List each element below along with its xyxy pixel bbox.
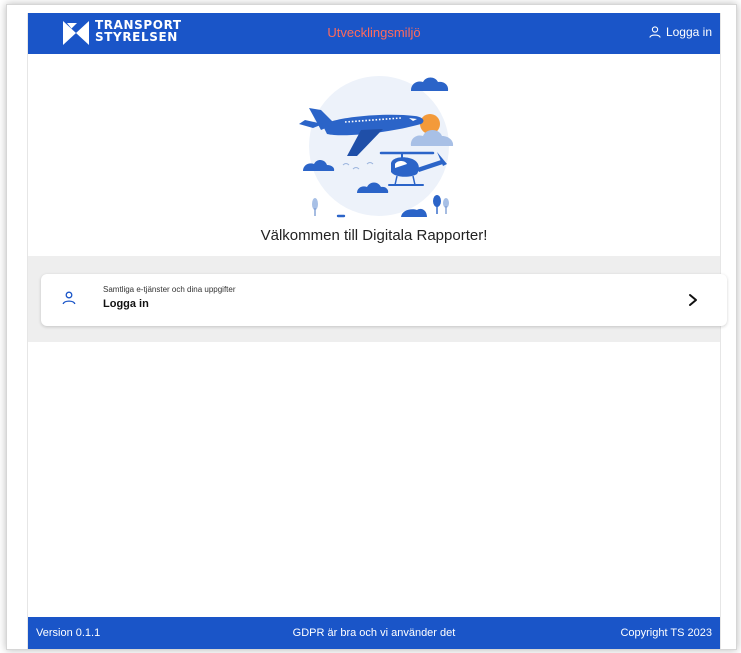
login-card[interactable]: Samtliga e-tjänster och dina uppgifter L… bbox=[41, 274, 727, 326]
copyright-label: Copyright TS 2023 bbox=[620, 627, 712, 639]
environment-label: Utvecklingsmiljö bbox=[327, 25, 421, 40]
airplane-helicopter-illustration bbox=[299, 76, 454, 218]
app-container: TRANSPORT STYRELSEN Utvecklingsmiljö Log… bbox=[27, 13, 727, 649]
login-card-title: Logga in bbox=[103, 298, 149, 310]
login-card-subtitle: Samtliga e-tjänster och dina uppgifter bbox=[103, 285, 236, 294]
top-header: TRANSPORT STYRELSEN Utvecklingsmiljö Log… bbox=[28, 13, 720, 54]
chevron-right-icon bbox=[689, 294, 697, 306]
page-footer: Version 0.1.1 GDPR är bra och vi använde… bbox=[28, 617, 720, 649]
gdpr-link[interactable]: GDPR är bra och vi använder det bbox=[28, 627, 720, 639]
header-login-label: Logga in bbox=[665, 25, 712, 39]
login-card-section: Samtliga e-tjänster och dina uppgifter L… bbox=[28, 256, 727, 342]
browser-frame: TRANSPORT STYRELSEN Utvecklingsmiljö Log… bbox=[6, 4, 737, 650]
hero-section: Välkommen till Digitala Rapporter! bbox=[28, 54, 720, 256]
header-login-button[interactable]: Logga in bbox=[648, 25, 712, 39]
user-icon bbox=[62, 291, 76, 305]
welcome-heading: Välkommen till Digitala Rapporter! bbox=[260, 227, 488, 244]
user-icon bbox=[649, 26, 661, 38]
